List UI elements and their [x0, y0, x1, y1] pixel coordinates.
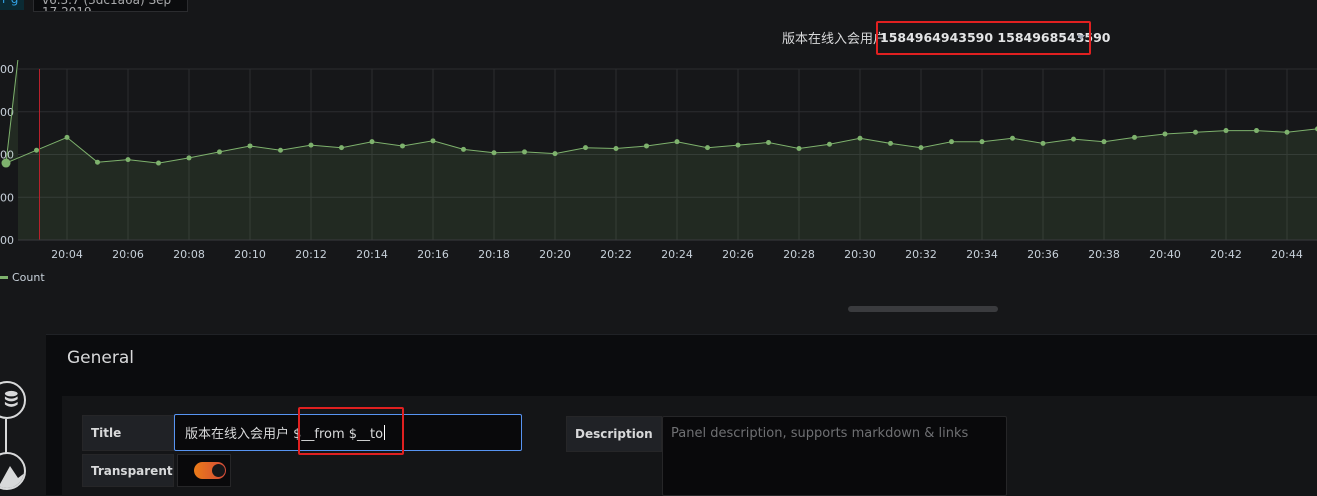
x-tick-label: 20:36: [1027, 248, 1059, 261]
x-tick-label: 20:14: [356, 248, 388, 261]
data-point[interactable]: [674, 139, 680, 145]
data-point[interactable]: [522, 149, 527, 155]
data-point[interactable]: [1010, 135, 1015, 141]
series-area: [6, 60, 1317, 240]
data-point[interactable]: [217, 149, 222, 155]
data-point[interactable]: [247, 143, 253, 149]
panel-title-prefix: 版本在线入会用户: [781, 32, 886, 47]
y-tick-label: 00: [0, 234, 14, 247]
data-point[interactable]: [766, 140, 771, 146]
data-point[interactable]: [1101, 139, 1107, 145]
data-point[interactable]: [613, 146, 619, 152]
legend[interactable]: Count: [0, 271, 45, 284]
x-tick-label: 20:08: [173, 248, 205, 261]
panel-resize-handle[interactable]: [848, 306, 998, 312]
y-tick-label: 00: [0, 191, 14, 204]
input-highlight-box: [298, 407, 404, 455]
section-title: General: [67, 348, 134, 368]
legend-swatch: [0, 276, 8, 279]
data-point[interactable]: [491, 150, 497, 156]
x-tick-label: 20:38: [1088, 248, 1120, 261]
data-point[interactable]: [308, 142, 314, 148]
x-tick-label: 20:42: [1210, 248, 1242, 261]
data-point[interactable]: [278, 147, 283, 153]
x-tick-label: 20:04: [51, 248, 83, 261]
data-point[interactable]: [552, 151, 558, 157]
edge-tab: r g: [0, 0, 24, 10]
data-point[interactable]: [64, 134, 70, 140]
title-label: Title: [82, 415, 174, 451]
data-point[interactable]: [857, 135, 863, 141]
database-icon[interactable]: [0, 381, 26, 419]
data-point[interactable]: [1132, 134, 1137, 140]
x-tick-label: 20:16: [417, 248, 449, 261]
data-point[interactable]: [827, 141, 832, 147]
data-point[interactable]: [949, 139, 954, 145]
data-point[interactable]: [705, 145, 710, 151]
data-point[interactable]: [918, 145, 924, 151]
title-highlight-box: [876, 21, 1091, 55]
data-point[interactable]: [1223, 128, 1229, 134]
x-tick-label: 20:40: [1149, 248, 1181, 261]
x-tick-label: 20:34: [966, 248, 998, 261]
data-point[interactable]: [1, 158, 11, 168]
x-tick-label: 20:06: [112, 248, 144, 261]
data-point[interactable]: [888, 140, 893, 146]
data-point[interactable]: [34, 147, 39, 153]
step-connector: [5, 419, 7, 453]
x-tick-label: 20:32: [905, 248, 937, 261]
chart-area-icon[interactable]: [0, 452, 26, 490]
data-point[interactable]: [430, 138, 436, 144]
data-point[interactable]: [796, 146, 802, 152]
x-tick-label: 20:20: [539, 248, 571, 261]
data-point[interactable]: [125, 157, 131, 163]
x-tick-label: 20:24: [661, 248, 693, 261]
version-label: v6.3.7 (3dc1a6a) Sep 17 2019: [33, 0, 188, 12]
data-point[interactable]: [339, 145, 344, 151]
data-point[interactable]: [1193, 129, 1198, 135]
data-point[interactable]: [400, 143, 405, 149]
data-point[interactable]: [1254, 128, 1259, 134]
transparent-label: Transparent: [82, 454, 174, 487]
data-point[interactable]: [95, 159, 100, 165]
x-tick-label: 20:28: [783, 248, 815, 261]
data-point[interactable]: [186, 155, 192, 161]
data-point[interactable]: [1162, 131, 1168, 137]
data-point[interactable]: [979, 139, 985, 145]
x-tick-label: 20:12: [295, 248, 327, 261]
x-tick-label: 20:44: [1271, 248, 1303, 261]
data-point[interactable]: [1284, 129, 1290, 135]
data-point[interactable]: [583, 145, 588, 151]
data-point[interactable]: [735, 142, 741, 148]
y-tick-label: 00: [0, 63, 14, 76]
chart: 000000000020:04 20:06 20:08 20:10 20:12 20:14…: [0, 60, 1317, 261]
data-point[interactable]: [461, 146, 466, 152]
toggle-knob[interactable]: [212, 464, 225, 477]
data-point[interactable]: [644, 143, 649, 149]
x-tick-label: 20:26: [722, 248, 754, 261]
x-tick-label: 20:10: [234, 248, 266, 261]
x-tick-label: 20:30: [844, 248, 876, 261]
x-tick-label: 20:22: [600, 248, 632, 261]
description-textarea[interactable]: Panel description, supports markdown & l…: [662, 416, 1007, 496]
description-label: Description: [566, 416, 662, 452]
x-tick-label: 20:18: [478, 248, 510, 261]
legend-label: Count: [12, 271, 45, 284]
data-point[interactable]: [1040, 140, 1046, 146]
data-point[interactable]: [1071, 136, 1076, 142]
data-point[interactable]: [156, 160, 161, 166]
data-point[interactable]: [369, 139, 375, 145]
